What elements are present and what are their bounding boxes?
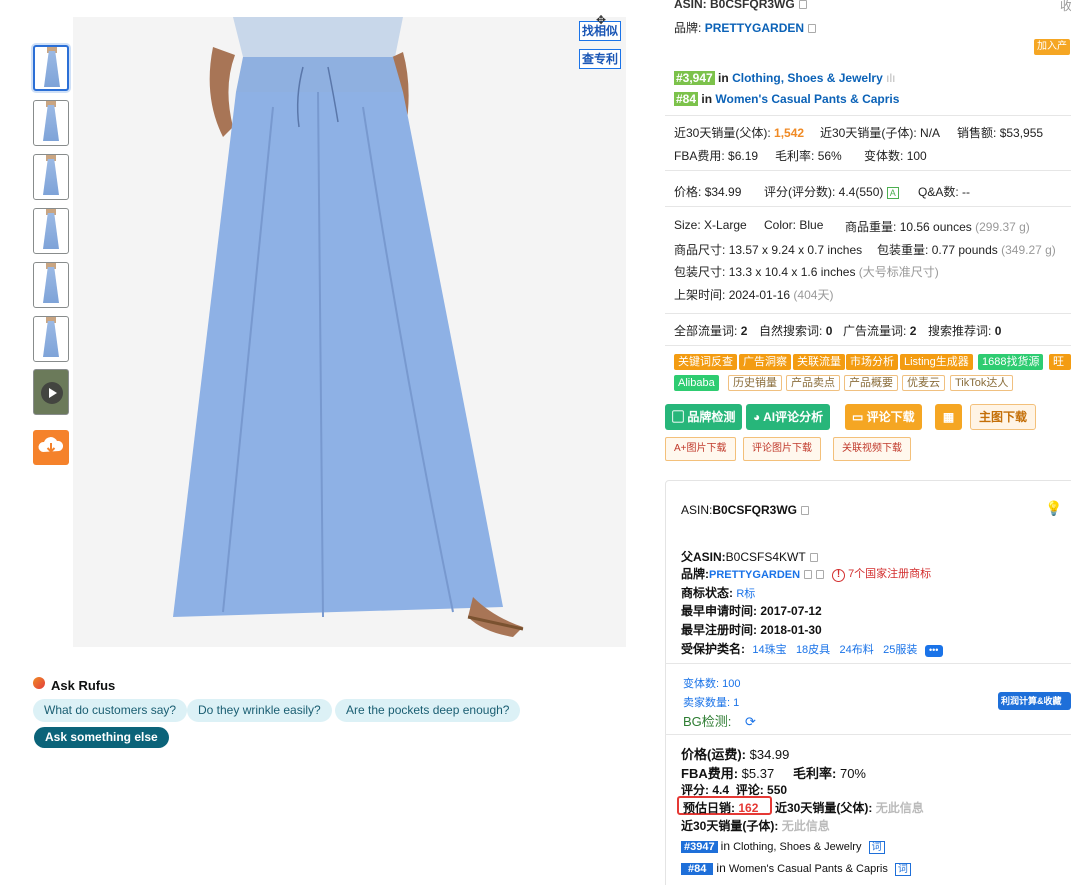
panel-asin: ASIN:B0CSFQR3WG [681, 503, 810, 517]
main-image-download-button[interactable]: 主图下载 [970, 404, 1037, 430]
pkg-weight: 包装重量: 0.77 pounds (349.27 g) [877, 243, 1056, 257]
price: 价格: $34.99 [674, 185, 742, 199]
keyword-icon[interactable]: 词 [868, 841, 885, 854]
product-main-image[interactable] [73, 17, 626, 647]
rufus-chip-3[interactable]: Are the pockets deep enough? [335, 699, 521, 722]
tag-listing-generator[interactable]: Listing生成器 [900, 354, 973, 370]
listed-date: 上架时间: 2024-01-16 (404天) [674, 288, 834, 302]
thumbnail-4[interactable] [33, 208, 69, 254]
video-thumbnail[interactable] [33, 369, 69, 415]
earliest-apply: 最早申请时间: 2017-07-12 [681, 604, 822, 618]
panel-rank-1: #3947 in Clothing, Shoes & Jewelry 词 [681, 838, 885, 854]
rufus-title: Ask Rufus [51, 678, 116, 693]
panel-brand: 品牌:PRETTYGARDEN [681, 565, 825, 582]
asin-row: ASIN: B0CSFQR3WG [674, 0, 807, 11]
variant-count: 变体数: 100 [864, 149, 927, 163]
ai-review-button[interactable]: ◕ AI评论分析 [746, 404, 831, 430]
panel-price: 价格(运费): $34.99 [681, 747, 790, 762]
play-icon [41, 382, 63, 404]
margin: 毛利率: 56% [775, 149, 842, 163]
tag-alibaba[interactable]: Alibaba [674, 375, 719, 391]
sales-parent: 近30天销量(父体): 1,542 [674, 126, 805, 140]
fba-fee: FBA费用: $6.19 [674, 149, 759, 163]
panel-parent-asin: 父ASIN:B0CSFS4KWT [681, 548, 818, 565]
thumbnail-6[interactable] [33, 316, 69, 362]
earliest-reg: 最早注册时间: 2018-01-30 [681, 623, 822, 637]
profit-calc-button[interactable]: 利润计算&收藏商 [998, 692, 1071, 724]
panel-sales-child: 近30天销量(子体): 无此信息 [681, 819, 830, 833]
rufus-chip-2[interactable]: Do they wrinkle easily? [187, 699, 332, 722]
qa-count: Q&A数: -- [918, 185, 971, 199]
size: Size: X-Large [674, 218, 747, 232]
tag-related-traffic[interactable]: 关联流量 [793, 354, 845, 370]
brand-row: 品牌: PRETTYGARDEN [674, 19, 817, 36]
rec-keywords: 搜索推荐词: 0 [928, 324, 1002, 338]
all-keywords: 全部流量词: 2 [674, 324, 748, 338]
ad-keywords: 广告流量词: 2 [843, 324, 917, 338]
collect-label[interactable]: 收 [1060, 0, 1071, 14]
trademark-warning: ! 7个国家注册商标 [832, 565, 931, 582]
more-icon[interactable]: ••• [924, 645, 943, 657]
panel-variants: 变体数: 100 [683, 678, 741, 690]
tag-wangdian[interactable]: 旺店 [1049, 354, 1071, 384]
organic-keywords: 自然搜索词: 0 [759, 324, 833, 338]
rank-row-2: #84 in Women's Casual Pants & Capris [674, 92, 900, 106]
bg-check: BG检测: ⟳ [683, 714, 756, 729]
protected-classes: 受保护类名: 14珠宝 18皮具 24布料 25服装 ••• [681, 640, 943, 657]
panel-fba: FBA费用: $5.37 [681, 766, 775, 781]
tag-keyword-reverse[interactable]: 关键词反查 [674, 354, 737, 370]
sales-child: 近30天销量(子体): N/A [820, 126, 941, 140]
tag-tiktok[interactable]: TikTok达人 [950, 375, 1014, 391]
add-to-button[interactable]: 加入产 [1034, 39, 1070, 55]
calculator-button[interactable]: ▦ [935, 404, 962, 430]
tm-status: 商标状态: R标 [681, 586, 756, 600]
tag-youmaiyun[interactable]: 优麦云 [902, 375, 945, 391]
review-download-button[interactable]: ▭ 评论下载 [845, 404, 922, 430]
rank-row-1: #3,947 in Clothing, Shoes & Jewelry ılı [674, 71, 896, 85]
brand-link[interactable]: PRETTYGARDEN [705, 21, 804, 35]
move-icon[interactable]: ✥ [596, 13, 606, 27]
review-image-download-button[interactable]: 评论图片下载 [743, 437, 821, 461]
item-weight: 商品重量: 10.56 ounces (299.37 g) [845, 220, 1030, 234]
thumbnail-2[interactable] [33, 100, 69, 146]
rufus-icon [33, 677, 45, 689]
aplus-download-button[interactable]: A+图片下载 [665, 437, 736, 461]
item-dims: 商品尺寸: 13.57 x 9.24 x 0.7 inches [674, 243, 863, 257]
tag-ad-insight[interactable]: 广告洞察 [739, 354, 791, 370]
brand-check-button[interactable]: ▢ 品牌检测 [665, 404, 743, 430]
color: Color: Blue [764, 218, 824, 232]
check-patent-button[interactable]: 查专利 [579, 49, 621, 69]
rufus-chip-1[interactable]: What do customers say? [33, 699, 188, 722]
tag-1688-source[interactable]: 1688找货源 [978, 354, 1044, 370]
lightbulb-icon[interactable]: 💡 [1045, 500, 1062, 517]
tag-selling-points[interactable]: 产品卖点 [786, 375, 840, 391]
ask-something-else-button[interactable]: Ask something else [34, 727, 169, 748]
warning-icon: ! [832, 569, 845, 582]
panel-sellers: 卖家数量: 1 [683, 697, 740, 709]
video-download-button[interactable]: 关联视频下载 [833, 437, 911, 461]
panel-margin: 毛利率: 70% [793, 766, 866, 781]
thumbnail-3[interactable] [33, 154, 69, 200]
tag-market-analysis[interactable]: 市场分析 [846, 354, 898, 370]
thumbnail-5[interactable] [33, 262, 69, 308]
keyword-icon[interactable]: 词 [894, 863, 911, 876]
panel-rank-2: #84 in Women's Casual Pants & Capris 词 [681, 860, 911, 876]
cloud-download-icon[interactable] [33, 430, 69, 465]
refresh-icon[interactable]: ⟳ [745, 714, 756, 729]
rating: 评分(评分数): 4.4(550) A [764, 183, 899, 200]
revenue: 销售额: $53,955 [957, 126, 1044, 140]
tag-product-overview[interactable]: 产品概要 [844, 375, 898, 391]
pkg-dims: 包装尺寸: 13.3 x 10.4 x 1.6 inches (大号标准尺寸) [674, 265, 939, 279]
thumbnail-1[interactable] [33, 45, 69, 91]
panel-sales-parent: 近30天销量(父体): 无此信息 [775, 801, 924, 815]
daily-sales: 预估日销: 162 [677, 796, 772, 815]
tag-history-sales[interactable]: 历史销量 [728, 375, 782, 391]
